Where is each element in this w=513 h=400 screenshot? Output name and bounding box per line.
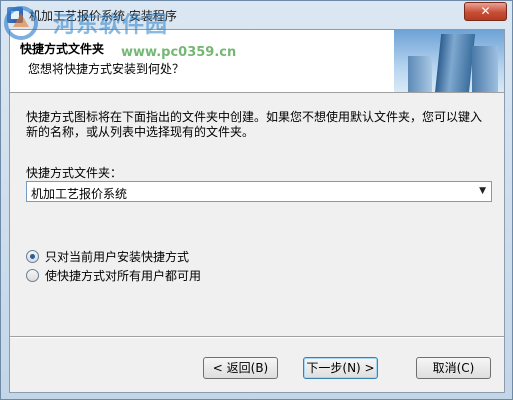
watermark-url: www.pc0359.cn [121,45,237,60]
folder-label: 快捷方式文件夹： [26,166,123,180]
page-subtitle: 您想将快捷方式安装到何处？ [28,62,185,76]
shortcut-folder-combobox[interactable]: 机加工艺报价系统 ▼ [26,181,492,202]
radio-all-users[interactable]: 使快捷方式对所有用户都可用 [26,267,201,283]
back-button[interactable]: < 返回(B) [203,357,278,379]
building-banner-image [394,30,504,92]
footer-divider [10,336,504,338]
next-button[interactable]: 下一步(N) > [303,357,378,379]
close-button[interactable]: ✕ [464,2,507,21]
page-title: 快捷方式文件夹 [20,42,105,56]
cancel-button[interactable]: 取消(C) [416,357,491,379]
wizard-panel: 快捷方式文件夹 您想将快捷方式安装到何处？ 快捷方式图标将在下面指出的文件夹中创… [9,29,505,393]
radio-button-checked[interactable] [26,249,39,263]
wizard-header: 快捷方式文件夹 您想将快捷方式安装到何处？ [10,30,504,93]
radio-current-user[interactable]: 只对当前用户安装快捷方式 [26,248,189,264]
watermark-site-name: 河东软件园 [53,13,169,38]
watermark-logo-icon [4,6,38,40]
chevron-down-icon[interactable]: ▼ [479,186,486,196]
radio-all-users-label[interactable]: 使快捷方式对所有用户都可用 [45,267,201,284]
folder-value: 机加工艺报价系统 [31,187,128,201]
radio-button[interactable] [26,268,39,282]
radio-current-user-label[interactable]: 只对当前用户安装快捷方式 [45,248,189,265]
installer-window: 机加工艺报价系统 安装程序 ✕ 快捷方式文件夹 您想将快捷方式安装到何处？ 快捷… [0,0,513,400]
description-text: 快捷方式图标将在下面指出的文件夹中创建。如果您不想使用默认文件夹，您可以键入新的… [26,110,483,139]
